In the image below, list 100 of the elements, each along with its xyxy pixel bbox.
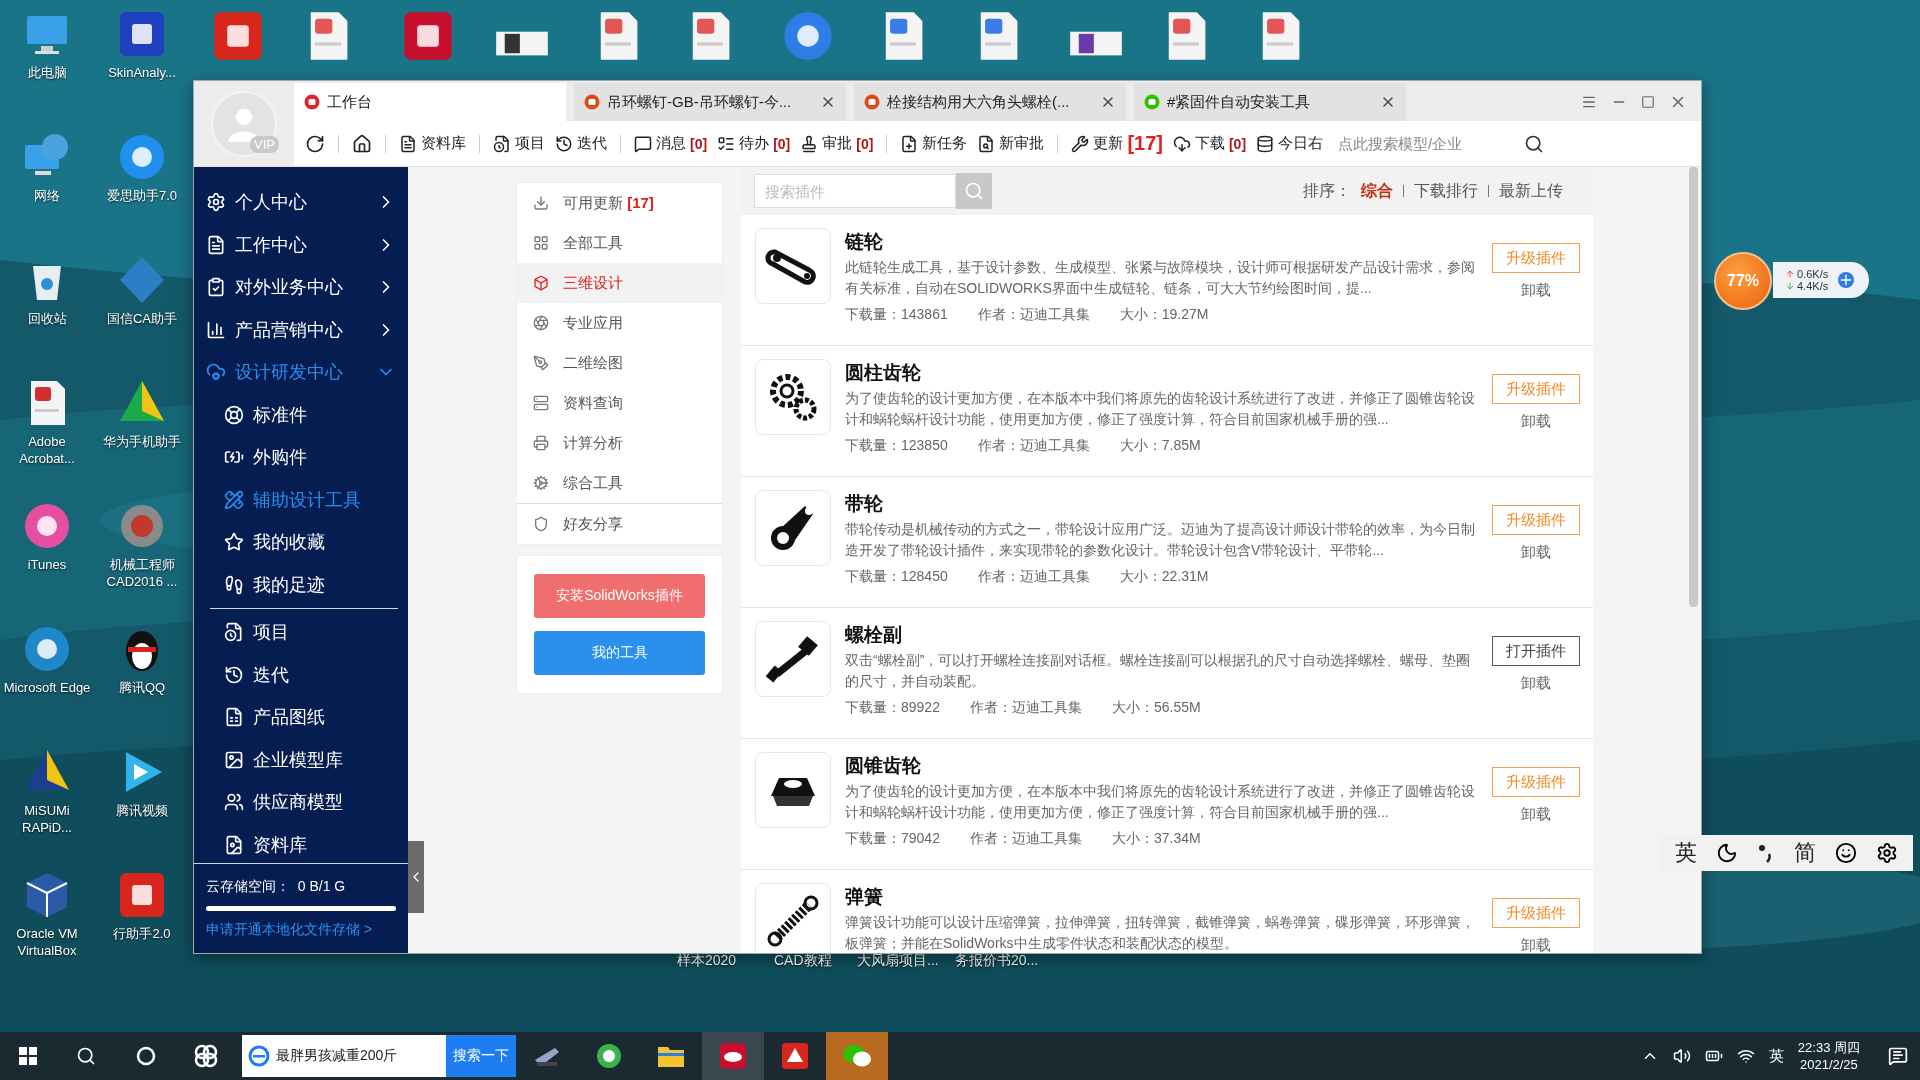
sidebar-group[interactable]: 设计研发中心: [194, 351, 408, 394]
ring-icon: [595, 1042, 623, 1070]
toolbar-button[interactable]: 审批 [0]: [795, 130, 879, 157]
sidebar-item[interactable]: 产品图纸: [194, 696, 408, 739]
toolbar-button[interactable]: 消息 [0]: [629, 130, 713, 157]
sort-option[interactable]: 下载排行: [1414, 180, 1478, 202]
tab[interactable]: #紧固件自动安装工具: [1134, 83, 1406, 121]
toolbar-button[interactable]: 更新 [17]: [1066, 128, 1168, 159]
emoji-icon[interactable]: [1834, 842, 1857, 864]
sidebar-group[interactable]: 个人中心: [194, 181, 408, 224]
toolbar-button[interactable]: 迭代: [550, 130, 612, 157]
toolbar-button[interactable]: 下载 [0]: [1167, 130, 1252, 157]
uninstall-link[interactable]: 卸载: [1521, 674, 1551, 693]
uninstall-link[interactable]: 卸载: [1521, 936, 1551, 953]
search-icon[interactable]: [1524, 133, 1545, 154]
collapse-handle[interactable]: [408, 841, 424, 913]
desktop-icon-label[interactable]: Oracle VM VirtualBox: [0, 925, 94, 959]
sort-option[interactable]: 综合: [1361, 180, 1393, 202]
image-icon: [224, 749, 244, 770]
document-icon: [399, 134, 417, 153]
tab[interactable]: 吊环螺钉-GB-吊环螺钉-今...: [574, 83, 846, 121]
sidebar-item[interactable]: 我的收藏: [194, 521, 408, 564]
input-language[interactable]: 英: [1768, 1046, 1784, 1066]
settings-icon[interactable]: [1875, 842, 1898, 864]
desktop-icon-label[interactable]: 行助手2.0: [95, 925, 189, 942]
sort-option[interactable]: 最新上传: [1499, 180, 1563, 202]
toolbar-button[interactable]: 新任务: [895, 130, 973, 157]
desktop-icon-label[interactable]: MiSUMi RAPiD...: [0, 802, 94, 836]
browser-icon: [248, 1045, 270, 1067]
uninstall-link[interactable]: 卸载: [1521, 543, 1551, 562]
desktop-icon-label[interactable]: 腾讯QQ: [95, 679, 189, 696]
desktop-icon-label[interactable]: CAD教程: [774, 952, 832, 970]
sidebar-group[interactable]: 产品营销中心: [194, 308, 408, 351]
sidebar-group[interactable]: 对外业务中心: [194, 266, 408, 309]
sidebar-item[interactable]: 企业模型库: [194, 738, 408, 781]
storage-link[interactable]: 申请开通本地化文件存储 >: [206, 921, 396, 939]
plugin-description: 带轮传动是机械传动的方式之一，带轮设计应用广泛。迈迪为了提高设计师设计带轮的效率，为今日制造开发了带轮设计插件，来实现带轮的参数化设计。带轮设计包含V带轮设计、平带轮...: [845, 520, 1476, 560]
open-plugin-button[interactable]: 打开插件: [1492, 636, 1580, 666]
category-item[interactable]: 三维设计: [517, 263, 722, 303]
sidebar-item[interactable]: 项目: [194, 611, 408, 654]
scrollbar[interactable]: [1689, 167, 1698, 607]
desktop-icon-label[interactable]: 腾讯视频: [95, 802, 189, 819]
toolbar-button[interactable]: 资料库: [394, 130, 471, 157]
plugin-search-field[interactable]: 搜索插件: [754, 174, 956, 208]
sidebar-item[interactable]: 供应商模型: [194, 781, 408, 824]
sidebar-group[interactable]: 工作中心: [194, 223, 408, 266]
cloud-icon: [719, 1042, 747, 1070]
desktop-icon-label[interactable]: 大风扇项目...: [857, 952, 939, 970]
search-button[interactable]: 搜索一下: [446, 1035, 516, 1077]
toolbar-button[interactable]: 新审批: [972, 130, 1050, 157]
desktop-icon-label[interactable]: 务报价书20...: [955, 952, 1039, 970]
bar-chart-icon: [206, 319, 226, 340]
uninstall-link[interactable]: 卸载: [1521, 281, 1551, 300]
desktop-icon-label[interactable]: 华为手机助手: [95, 433, 189, 450]
toolbar-button[interactable]: 今日右: [1251, 130, 1329, 157]
search-field[interactable]: 点此搜索模型/企业: [1336, 134, 1511, 153]
volume-icon[interactable]: [1672, 1047, 1691, 1065]
stamp-icon: [800, 134, 819, 153]
script-toggle[interactable]: 简: [1793, 838, 1816, 868]
taskbar-search-field[interactable]: 最胖男孩减重200斤: [242, 1035, 446, 1077]
language-toggle[interactable]: 英: [1674, 838, 1697, 868]
maximize-icon[interactable]: [1641, 95, 1655, 109]
uninstall-link[interactable]: 卸载: [1521, 805, 1551, 824]
menu-icon[interactable]: [1581, 94, 1597, 110]
gear-icon: [533, 475, 549, 491]
desktop-icon-label[interactable]: 回收站: [0, 310, 94, 327]
clock[interactable]: 22:33 周四 2021/2/25: [1797, 1039, 1860, 1073]
sidebar-item[interactable]: 资料库: [194, 823, 408, 863]
moon-icon[interactable]: [1715, 842, 1738, 864]
desktop-icon-label[interactable]: 机械工程师 CAD2016 ...: [95, 556, 189, 590]
plugin-description: 双击“螺栓副”，可以打开螺栓连接副对话框。螺栓连接副可以根据孔的尺寸自动选择螺栓、螺母、垫圈的尺寸，并自动装配。: [845, 651, 1472, 691]
sidebar-item[interactable]: 我的足迹: [194, 563, 408, 606]
desktop-icon-label[interactable]: 国信CA助手: [95, 310, 189, 327]
sidebar-item[interactable]: 标准件: [194, 393, 408, 436]
upload-icon: [1785, 269, 1795, 279]
uninstall-link[interactable]: 卸载: [1521, 412, 1551, 431]
cloud-app-button[interactable]: [702, 1032, 764, 1080]
search-icon: [964, 181, 984, 201]
desktop-icon-label[interactable]: 网络: [0, 187, 94, 204]
desktop-icon-label[interactable]: Microsoft Edge: [0, 679, 94, 696]
notification-icon[interactable]: [1888, 1046, 1908, 1066]
chat-app-button[interactable]: [826, 1032, 888, 1080]
sidebar-item[interactable]: 辅助设计工具: [194, 478, 408, 521]
desktop-icon-label[interactable]: iTunes: [0, 556, 94, 573]
tab[interactable]: 栓接结构用大六角头螺栓(...: [854, 83, 1126, 121]
tab[interactable]: 工作台: [294, 83, 566, 121]
wifi-icon[interactable]: [1736, 1047, 1755, 1065]
sidebar-item[interactable]: 外购件: [194, 436, 408, 479]
desktop-icon-label[interactable]: 此电脑: [0, 64, 94, 81]
plugin-author: 作者：迈迪工具集: [969, 699, 1082, 717]
file-plus-icon: [900, 134, 919, 153]
desktop-icon-label[interactable]: 样本2020: [677, 952, 737, 970]
plugin-description: 弹簧设计功能可以设计压缩弹簧，拉伸弹簧，扭转弹簧，截锥弹簧，蜗卷弹簧，碟形弹簧，环形弹簧，板弹簧；并能在SolidWorks中生成零件状态和装配状态的模型。: [845, 913, 1476, 953]
toolbar-button[interactable]: 待办 [0]: [712, 130, 796, 157]
sidebar-item[interactable]: 迭代: [194, 653, 408, 696]
desktop-icon-label[interactable]: SkinAnaly...: [95, 64, 189, 81]
desktop-icon-label[interactable]: Adobe Acrobat...: [0, 433, 94, 467]
plus-icon[interactable]: [1838, 272, 1855, 288]
toolbar-button[interactable]: 项目: [488, 130, 550, 157]
desktop-icon-label[interactable]: 爱思助手7.0: [95, 187, 189, 204]
